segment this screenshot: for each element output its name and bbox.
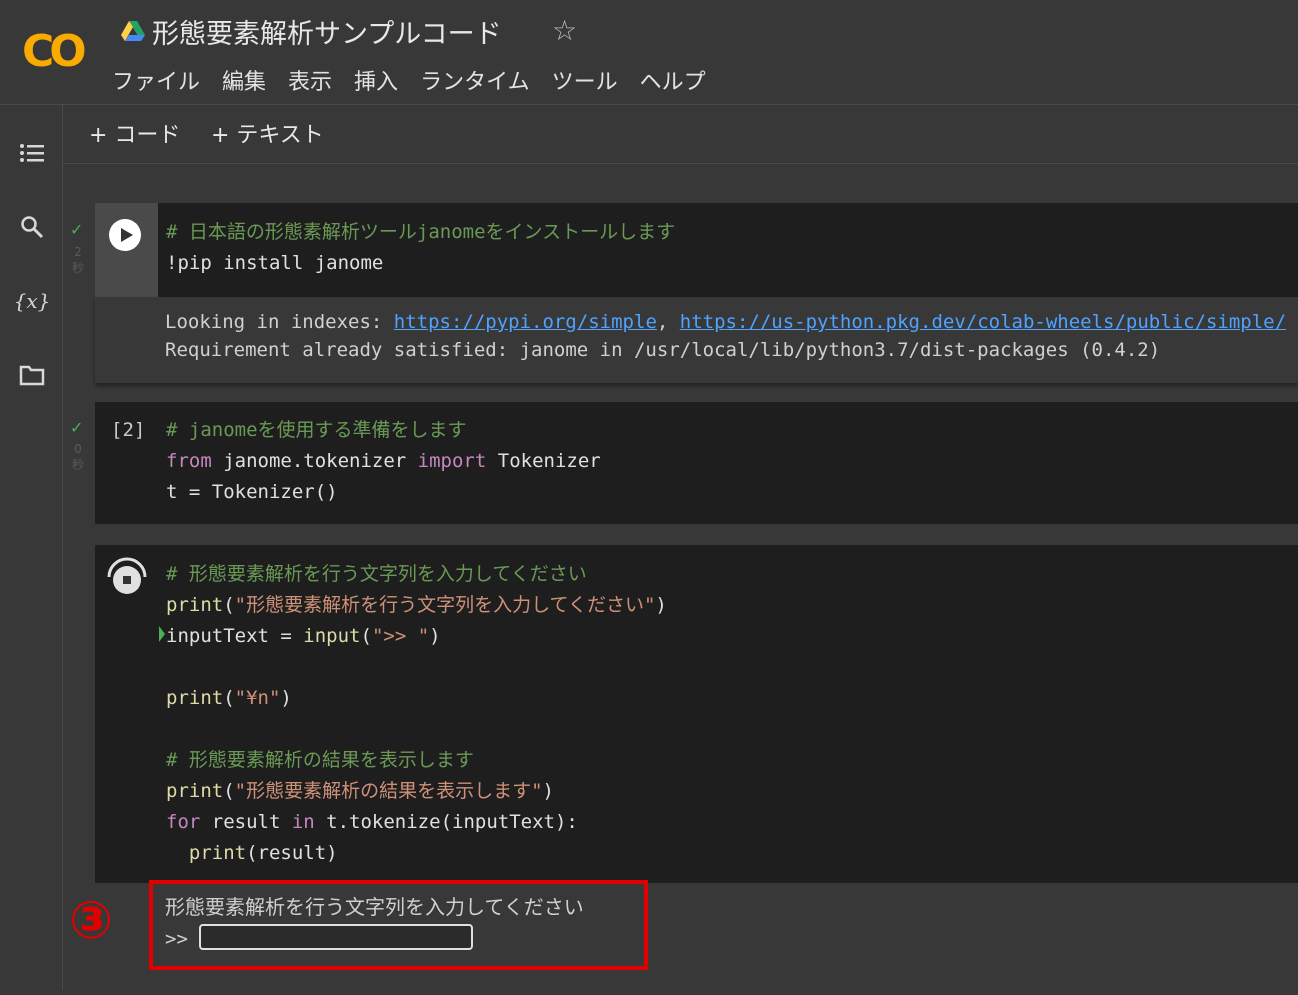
add-text-button[interactable]: + テキスト: [211, 117, 324, 149]
stop-execution-button[interactable]: [105, 555, 149, 599]
step-number-badge: ③: [68, 891, 114, 951]
header: CO 形態要素解析サンプルコード ☆ ファイル 編集 表示 挿入 ランタイム ツ…: [0, 0, 1298, 105]
cell3-source[interactable]: # 形態要素解析を行う文字列を入力してください print("形態要素解析を行う…: [166, 559, 667, 869]
code-cell-2[interactable]: [2] # janomeを使用する準備をします from janome.toke…: [95, 402, 1298, 524]
colab-wheels-link[interactable]: https://us-python.pkg.dev/colab-wheels/p…: [680, 311, 1286, 333]
variables-icon[interactable]: {x}: [14, 286, 51, 316]
cell2-status-check-icon: ✓: [70, 418, 84, 437]
cell1-output-line2: Requirement already satisfied: janome in…: [165, 339, 1161, 361]
cell2-exec-count: [2]: [111, 419, 146, 441]
menu-view[interactable]: 表示: [288, 64, 332, 96]
run-cell-button[interactable]: [109, 219, 141, 251]
menu-file[interactable]: ファイル: [112, 64, 200, 96]
star-icon[interactable]: ☆: [552, 14, 577, 47]
left-sidebar: {x}: [0, 105, 63, 990]
cell1-exec-time: 2秒: [72, 245, 85, 275]
notebook-toolbar: + コード + テキスト: [63, 105, 1298, 164]
current-line-marker: [159, 626, 165, 642]
cell1-status-check-icon: ✓: [70, 220, 84, 239]
cell1-output: Looking in indexes: https://pypi.org/sim…: [95, 297, 1298, 383]
stop-icon: [107, 557, 147, 594]
cell1-source[interactable]: # 日本語の形態素解析ツールjanomeをインストールします !pip inst…: [166, 217, 675, 279]
menu-insert[interactable]: 挿入: [354, 64, 398, 96]
google-drive-icon: [121, 21, 145, 41]
cell2-source[interactable]: # janomeを使用する準備をします from janome.tokenize…: [166, 415, 601, 508]
menu-bar: ファイル 編集 表示 挿入 ランタイム ツール ヘルプ: [112, 64, 706, 96]
folder-icon[interactable]: [17, 360, 47, 390]
highlight-box: [149, 880, 648, 970]
table-of-contents-icon[interactable]: [17, 138, 47, 168]
cell2-exec-time: 0秒: [72, 442, 85, 472]
code-cell-3[interactable]: # 形態要素解析を行う文字列を入力してください print("形態要素解析を行う…: [95, 545, 1298, 883]
play-icon: [121, 228, 133, 242]
menu-help[interactable]: ヘルプ: [640, 64, 706, 96]
colab-logo[interactable]: CO: [22, 26, 87, 77]
add-code-button[interactable]: + コード: [89, 117, 180, 149]
pypi-link[interactable]: https://pypi.org/simple: [394, 311, 657, 333]
menu-edit[interactable]: 編集: [222, 64, 266, 96]
search-icon[interactable]: [17, 212, 47, 242]
code-cell-1[interactable]: # 日本語の形態素解析ツールjanomeをインストールします !pip inst…: [95, 203, 1298, 297]
menu-runtime[interactable]: ランタイム: [420, 64, 530, 96]
menu-tools[interactable]: ツール: [552, 64, 618, 96]
notebook-title[interactable]: 形態要素解析サンプルコード: [152, 12, 502, 51]
